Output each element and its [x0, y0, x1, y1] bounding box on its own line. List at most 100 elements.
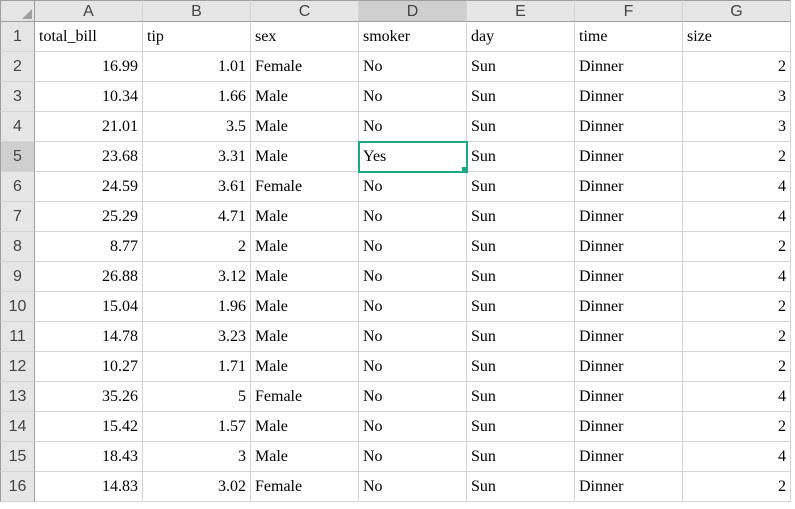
cell-E9[interactable]: Sun — [467, 262, 575, 292]
cell-D2[interactable]: No — [359, 52, 467, 82]
cell-F15[interactable]: Dinner — [575, 442, 683, 472]
header-cell[interactable]: time — [575, 22, 683, 52]
cell-E12[interactable]: Sun — [467, 352, 575, 382]
cell-E16[interactable]: Sun — [467, 472, 575, 502]
cell-A4[interactable]: 21.01 — [35, 112, 143, 142]
cell-E5[interactable]: Sun — [467, 142, 575, 172]
cell-D7[interactable]: No — [359, 202, 467, 232]
cell-A10[interactable]: 15.04 — [35, 292, 143, 322]
cell-B16[interactable]: 3.02 — [143, 472, 251, 502]
cell-G6[interactable]: 4 — [683, 172, 791, 202]
cell-D16[interactable]: No — [359, 472, 467, 502]
cell-F8[interactable]: Dinner — [575, 232, 683, 262]
cell-A15[interactable]: 18.43 — [35, 442, 143, 472]
cell-A16[interactable]: 14.83 — [35, 472, 143, 502]
cell-D15[interactable]: No — [359, 442, 467, 472]
select-all-corner[interactable] — [0, 0, 35, 22]
cell-B11[interactable]: 3.23 — [143, 322, 251, 352]
cell-G9[interactable]: 4 — [683, 262, 791, 292]
cell-D4[interactable]: No — [359, 112, 467, 142]
cell-D5[interactable]: Yes — [359, 142, 467, 172]
cell-F3[interactable]: Dinner — [575, 82, 683, 112]
cell-A13[interactable]: 35.26 — [35, 382, 143, 412]
row-head-3[interactable]: 3 — [0, 82, 35, 112]
cell-D14[interactable]: No — [359, 412, 467, 442]
cell-C6[interactable]: Female — [251, 172, 359, 202]
cell-F6[interactable]: Dinner — [575, 172, 683, 202]
cell-G7[interactable]: 4 — [683, 202, 791, 232]
col-head-e[interactable]: E — [467, 0, 575, 22]
cell-C15[interactable]: Male — [251, 442, 359, 472]
cell-B3[interactable]: 1.66 — [143, 82, 251, 112]
cell-D3[interactable]: No — [359, 82, 467, 112]
cell-A7[interactable]: 25.29 — [35, 202, 143, 232]
cell-C2[interactable]: Female — [251, 52, 359, 82]
spreadsheet-grid[interactable]: ABCDEFG1total_billtipsexsmokerdaytimesiz… — [0, 0, 795, 502]
col-head-f[interactable]: F — [575, 0, 683, 22]
cell-F2[interactable]: Dinner — [575, 52, 683, 82]
cell-G16[interactable]: 2 — [683, 472, 791, 502]
cell-E13[interactable]: Sun — [467, 382, 575, 412]
cell-D12[interactable]: No — [359, 352, 467, 382]
cell-G14[interactable]: 2 — [683, 412, 791, 442]
cell-C12[interactable]: Male — [251, 352, 359, 382]
row-head-1[interactable]: 1 — [0, 22, 35, 52]
header-cell[interactable]: size — [683, 22, 791, 52]
cell-C16[interactable]: Female — [251, 472, 359, 502]
row-head-16[interactable]: 16 — [0, 472, 35, 502]
cell-G3[interactable]: 3 — [683, 82, 791, 112]
cell-B5[interactable]: 3.31 — [143, 142, 251, 172]
cell-E10[interactable]: Sun — [467, 292, 575, 322]
col-head-d[interactable]: D — [359, 0, 467, 22]
row-head-14[interactable]: 14 — [0, 412, 35, 442]
cell-G13[interactable]: 4 — [683, 382, 791, 412]
cell-B12[interactable]: 1.71 — [143, 352, 251, 382]
col-head-g[interactable]: G — [683, 0, 791, 22]
row-head-4[interactable]: 4 — [0, 112, 35, 142]
row-head-9[interactable]: 9 — [0, 262, 35, 292]
header-cell[interactable]: day — [467, 22, 575, 52]
row-head-10[interactable]: 10 — [0, 292, 35, 322]
cell-E2[interactable]: Sun — [467, 52, 575, 82]
cell-G2[interactable]: 2 — [683, 52, 791, 82]
row-head-13[interactable]: 13 — [0, 382, 35, 412]
cell-B15[interactable]: 3 — [143, 442, 251, 472]
cell-G11[interactable]: 2 — [683, 322, 791, 352]
cell-G5[interactable]: 2 — [683, 142, 791, 172]
cell-G8[interactable]: 2 — [683, 232, 791, 262]
col-head-a[interactable]: A — [35, 0, 143, 22]
cell-A14[interactable]: 15.42 — [35, 412, 143, 442]
cell-G15[interactable]: 4 — [683, 442, 791, 472]
cell-F10[interactable]: Dinner — [575, 292, 683, 322]
cell-C10[interactable]: Male — [251, 292, 359, 322]
col-head-b[interactable]: B — [143, 0, 251, 22]
cell-A6[interactable]: 24.59 — [35, 172, 143, 202]
cell-A3[interactable]: 10.34 — [35, 82, 143, 112]
cell-F13[interactable]: Dinner — [575, 382, 683, 412]
cell-E3[interactable]: Sun — [467, 82, 575, 112]
cell-C4[interactable]: Male — [251, 112, 359, 142]
row-head-5[interactable]: 5 — [0, 142, 35, 172]
row-head-6[interactable]: 6 — [0, 172, 35, 202]
cell-C11[interactable]: Male — [251, 322, 359, 352]
cell-E7[interactable]: Sun — [467, 202, 575, 232]
cell-D11[interactable]: No — [359, 322, 467, 352]
cell-B8[interactable]: 2 — [143, 232, 251, 262]
cell-C13[interactable]: Female — [251, 382, 359, 412]
header-cell[interactable]: total_bill — [35, 22, 143, 52]
cell-C3[interactable]: Male — [251, 82, 359, 112]
cell-B14[interactable]: 1.57 — [143, 412, 251, 442]
cell-A11[interactable]: 14.78 — [35, 322, 143, 352]
cell-G10[interactable]: 2 — [683, 292, 791, 322]
row-head-7[interactable]: 7 — [0, 202, 35, 232]
cell-D8[interactable]: No — [359, 232, 467, 262]
cell-D9[interactable]: No — [359, 262, 467, 292]
cell-B4[interactable]: 3.5 — [143, 112, 251, 142]
cell-D6[interactable]: No — [359, 172, 467, 202]
cell-A2[interactable]: 16.99 — [35, 52, 143, 82]
cell-E8[interactable]: Sun — [467, 232, 575, 262]
cell-F9[interactable]: Dinner — [575, 262, 683, 292]
row-head-11[interactable]: 11 — [0, 322, 35, 352]
cell-A8[interactable]: 8.77 — [35, 232, 143, 262]
cell-F4[interactable]: Dinner — [575, 112, 683, 142]
